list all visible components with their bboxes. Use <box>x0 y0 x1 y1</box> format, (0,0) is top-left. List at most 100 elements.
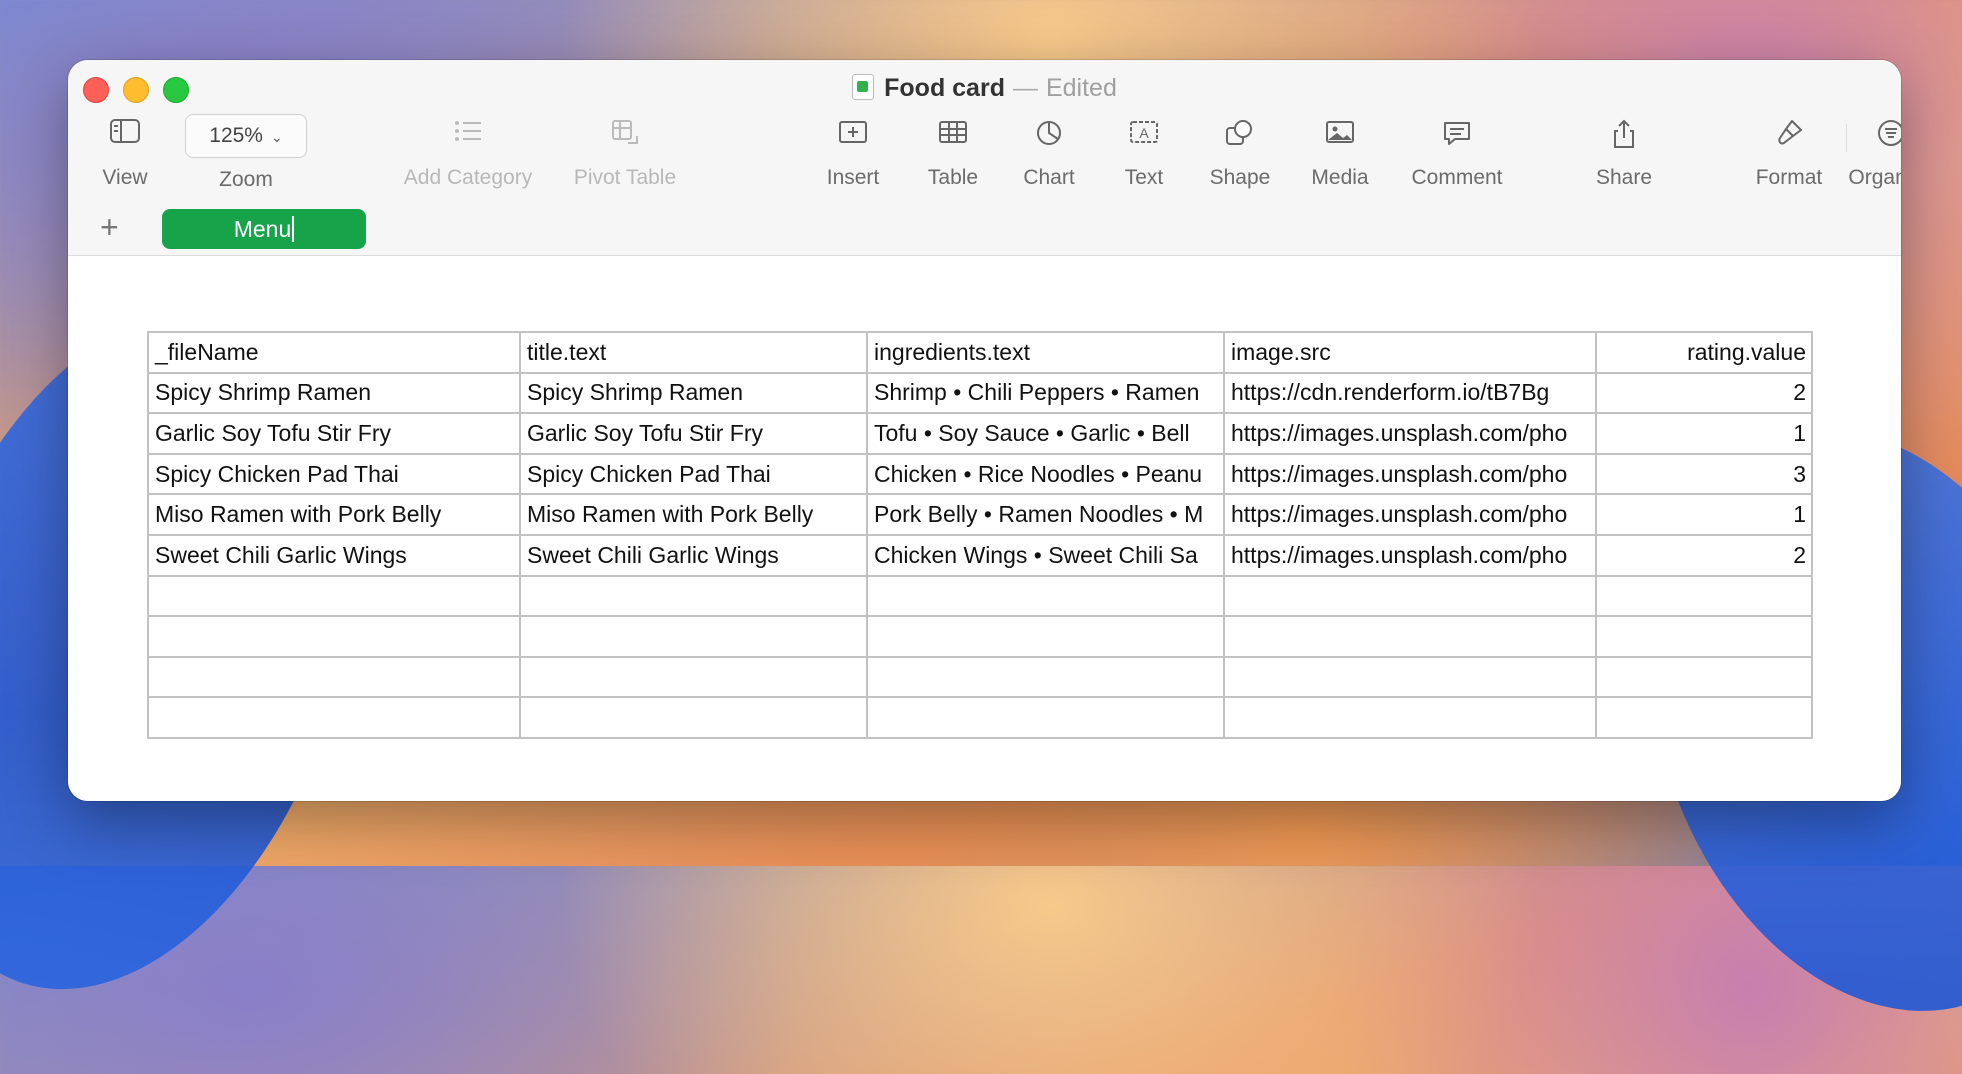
table-cell[interactable] <box>1595 696 1813 739</box>
comment-button[interactable]: Comment <box>1398 118 1516 190</box>
table-cell[interactable]: https://cdn.renderform.io/tB7Bg <box>1223 371 1597 415</box>
table-cell[interactable]: Pork Belly • Ramen Noodles • M <box>866 493 1225 536</box>
table-cell[interactable] <box>147 655 521 699</box>
window-title: Food card — Edited <box>68 71 1901 105</box>
table-header-cell[interactable]: rating.value <box>1595 331 1813 374</box>
table-button[interactable]: Table <box>912 118 994 190</box>
share-label: Share <box>1595 166 1653 189</box>
table-cell[interactable] <box>519 615 868 658</box>
table-row <box>147 696 1813 739</box>
table-cell[interactable]: Spicy Shrimp Ramen <box>147 371 521 415</box>
table-cell[interactable]: 3 <box>1595 452 1813 496</box>
zoom-control[interactable]: 125% ⌄ Zoom <box>184 114 308 192</box>
sheet-canvas: _fileName title.text ingredients.text image… <box>68 256 1901 801</box>
pivot-table-button[interactable]: Pivot Table <box>550 118 700 190</box>
pie-chart-icon <box>1029 118 1069 152</box>
table-header-cell[interactable]: image.src <box>1223 331 1597 374</box>
text-button[interactable]: A Text <box>1104 118 1184 190</box>
shape-button[interactable]: Shape <box>1196 118 1284 190</box>
table-cell[interactable]: Miso Ramen with Pork Belly <box>519 493 868 536</box>
table-cell[interactable]: https://images.unsplash.com/pho <box>1223 533 1597 577</box>
photo-icon <box>1320 118 1360 152</box>
table-cell[interactable]: Tofu • Soy Sauce • Garlic • Bell <box>866 412 1225 455</box>
zoom-label: Zoom <box>219 168 273 191</box>
table-cell[interactable] <box>147 574 521 618</box>
chart-button[interactable]: Chart <box>1008 118 1090 190</box>
sheet-tab-bar: + Menu <box>68 201 1901 256</box>
table-cell[interactable] <box>147 696 521 739</box>
table-header-cell[interactable]: title.text <box>519 331 868 374</box>
table-cell[interactable] <box>866 574 1225 618</box>
insert-icon <box>833 118 873 152</box>
sheet-tab-menu[interactable]: Menu <box>162 209 366 249</box>
table-cell[interactable] <box>866 615 1225 658</box>
table-cell[interactable]: Sweet Chili Garlic Wings <box>519 533 868 577</box>
table-cell[interactable]: Spicy Chicken Pad Thai <box>519 452 868 496</box>
view-button[interactable]: View <box>90 118 160 190</box>
zoom-select[interactable]: 125% ⌄ <box>185 114 307 158</box>
table-cell[interactable]: https://images.unsplash.com/pho <box>1223 412 1597 455</box>
table-cell[interactable] <box>1595 615 1813 658</box>
table-cell[interactable]: Garlic Soy Tofu Stir Fry <box>519 412 868 455</box>
svg-text:A: A <box>1139 125 1149 141</box>
sheet-tab-name-input[interactable]: Menu <box>234 216 292 242</box>
table-cell[interactable]: 1 <box>1595 493 1813 536</box>
numbers-window: Food card — Edited View 125% ⌄ Zoom Add Cat… <box>68 60 1901 801</box>
table-cell[interactable] <box>866 696 1225 739</box>
share-button[interactable]: Share <box>1578 118 1670 190</box>
table-cell[interactable] <box>1595 655 1813 699</box>
table-cell[interactable] <box>519 655 868 699</box>
table-cell[interactable]: Chicken • Rice Noodles • Peanu <box>866 452 1225 496</box>
table-row: Miso Ramen with Pork Belly Miso Ramen wit… <box>147 493 1813 536</box>
table-cell[interactable]: Spicy Shrimp Ramen <box>519 371 868 415</box>
sidebar-icon <box>105 118 145 152</box>
table-icon <box>933 118 973 152</box>
table-cell[interactable] <box>1223 696 1597 739</box>
table-cell[interactable] <box>519 574 868 618</box>
chevron-down-icon: ⌄ <box>270 129 283 145</box>
table-label: Table <box>927 166 979 189</box>
table-cell[interactable]: Miso Ramen with Pork Belly <box>147 493 521 536</box>
table-cell[interactable]: 2 <box>1595 533 1813 577</box>
table-cell[interactable]: 1 <box>1595 412 1813 455</box>
table-header-cell[interactable]: _fileName <box>147 331 521 374</box>
table-cell[interactable] <box>1595 574 1813 618</box>
table-cell[interactable] <box>147 615 521 658</box>
document-name: Food card <box>884 74 1005 102</box>
table-header-cell[interactable]: ingredients.text <box>866 331 1225 374</box>
organise-button[interactable]: Organise <box>1836 118 1901 190</box>
table-cell[interactable] <box>519 696 868 739</box>
table-cell[interactable]: Garlic Soy Tofu Stir Fry <box>147 412 521 455</box>
table-cell[interactable]: 2 <box>1595 371 1813 415</box>
share-icon <box>1604 118 1644 152</box>
table-row: Spicy Chicken Pad Thai Spicy Chicken Pad … <box>147 452 1813 496</box>
add-category-label: Add Category <box>403 166 533 189</box>
data-table[interactable]: _fileName title.text ingredients.text image… <box>147 331 1813 739</box>
table-cell[interactable]: Chicken Wings • Sweet Chili Sa <box>866 533 1225 577</box>
format-button[interactable]: Format <box>1742 118 1836 190</box>
add-category-button[interactable]: Add Category <box>378 118 558 190</box>
insert-button[interactable]: Insert <box>806 118 900 190</box>
numbers-document-icon <box>852 74 875 100</box>
table-row <box>147 574 1813 618</box>
table-row: Spicy Shrimp Ramen Spicy Shrimp Ramen Shri… <box>147 371 1813 415</box>
table-row: Sweet Chili Garlic Wings Sweet Chili Garl… <box>147 533 1813 577</box>
table-row <box>147 615 1813 658</box>
table-row <box>147 655 1813 699</box>
add-sheet-button[interactable]: + <box>100 209 119 245</box>
zoom-value: 125% <box>209 124 263 147</box>
chart-label: Chart <box>1023 166 1075 189</box>
table-cell[interactable]: https://images.unsplash.com/pho <box>1223 493 1597 536</box>
table-cell[interactable] <box>1223 615 1597 658</box>
table-cell[interactable]: Shrimp • Chili Peppers • Ramen <box>866 371 1225 415</box>
table-cell[interactable] <box>866 655 1225 699</box>
table-cell[interactable]: https://images.unsplash.com/pho <box>1223 452 1597 496</box>
media-button[interactable]: Media <box>1294 118 1386 190</box>
table-cell[interactable] <box>1223 574 1597 618</box>
comment-label: Comment <box>1411 166 1503 189</box>
pivot-table-icon <box>605 118 645 152</box>
table-cell[interactable]: Sweet Chili Garlic Wings <box>147 533 521 577</box>
text-label: Text <box>1124 166 1164 189</box>
table-cell[interactable] <box>1223 655 1597 699</box>
table-cell[interactable]: Spicy Chicken Pad Thai <box>147 452 521 496</box>
